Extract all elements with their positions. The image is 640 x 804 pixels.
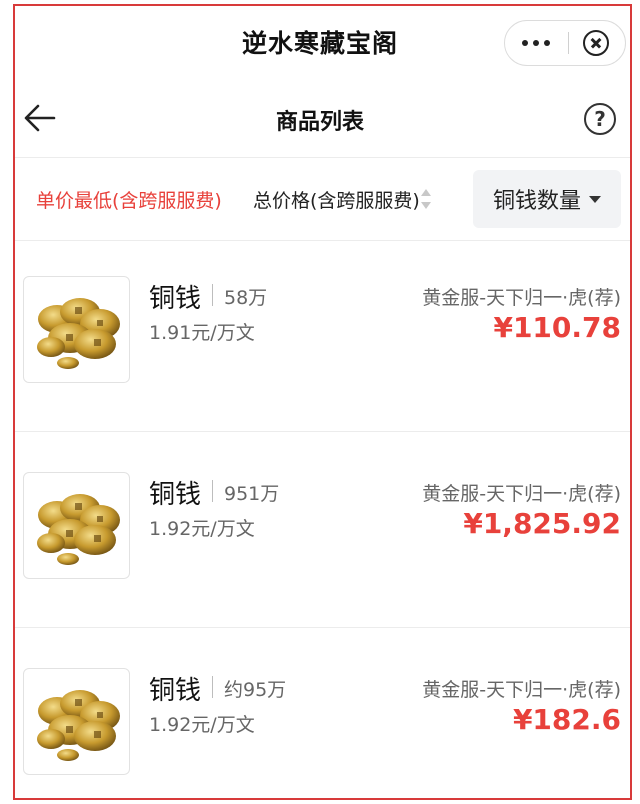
app-header: 逆水寒藏宝阁 (0, 0, 640, 86)
more-options-icon[interactable] (505, 21, 567, 65)
item-unit-price: 1.92元/万文 (149, 518, 255, 540)
item-price: ¥1,825.92 (463, 507, 621, 540)
item-server: 黄金服-天下归一·虎(荐) (422, 287, 621, 309)
item-name: 铜钱 (149, 676, 202, 706)
copper-coins-image[interactable] (23, 276, 130, 383)
help-icon[interactable]: ? (584, 103, 616, 135)
copper-coins-image[interactable] (23, 668, 130, 775)
listing-row[interactable]: 铜钱 约95万 1.92元/万文 黄金服-天下归一·虎(荐) ¥182.6 (0, 633, 640, 804)
coin-quantity-filter-button[interactable]: 铜钱数量 (473, 170, 621, 228)
close-icon[interactable] (583, 30, 609, 56)
copper-coins-image[interactable] (23, 472, 130, 579)
separator (212, 676, 213, 698)
capsule-divider (568, 32, 569, 54)
divider (15, 431, 630, 432)
sort-bar: 单价最低(含跨服服费) 总价格(含跨服服费) 铜钱数量 (0, 158, 640, 240)
separator (212, 284, 213, 306)
sort-arrows-icon[interactable] (421, 189, 431, 209)
item-unit-price: 1.91元/万文 (149, 322, 255, 344)
item-server: 黄金服-天下归一·虎(荐) (422, 679, 621, 701)
sort-unit-price-tab[interactable]: 单价最低(含跨服服费) (36, 186, 222, 213)
filter-label: 铜钱数量 (492, 189, 581, 214)
divider (15, 627, 630, 628)
item-name: 铜钱 (149, 284, 202, 314)
item-price: ¥110.78 (493, 311, 621, 344)
listing-row[interactable]: 铜钱 58万 1.91元/万文 黄金服-天下归一·虎(荐) ¥110.78 (0, 241, 640, 437)
capsule-menu (504, 20, 626, 66)
item-quantity: 951万 (224, 483, 280, 505)
item-quantity: 58万 (224, 287, 268, 309)
nav-bar: 商品列表 ? (0, 86, 640, 156)
separator (212, 480, 213, 502)
item-price: ¥182.6 (512, 703, 621, 736)
item-unit-price: 1.92元/万文 (149, 714, 255, 736)
caret-down-icon (589, 195, 601, 203)
page-title: 商品列表 (275, 110, 364, 135)
item-server: 黄金服-天下归一·虎(荐) (422, 483, 621, 505)
item-name: 铜钱 (149, 480, 202, 510)
item-quantity: 约95万 (224, 679, 287, 701)
listing-row[interactable]: 铜钱 951万 1.92元/万文 黄金服-天下归一·虎(荐) ¥1,825.92 (0, 437, 640, 633)
sort-total-price-tab[interactable]: 总价格(含跨服服费) (253, 186, 420, 213)
